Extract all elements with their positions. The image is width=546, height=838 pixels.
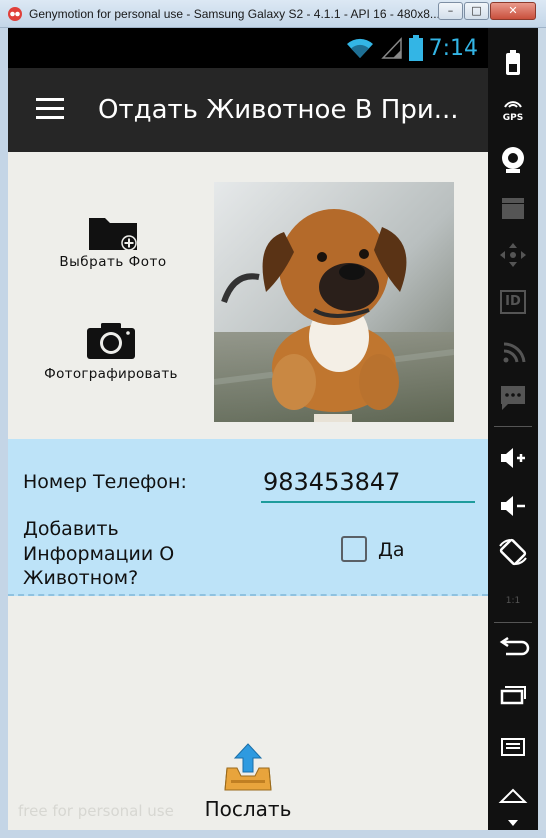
maximize-icon: □ <box>471 4 482 17</box>
emulator-toolbar: GPS ID 1:1 <box>488 28 538 830</box>
gps-signal-icon <box>504 101 522 108</box>
watermark: free for personal use <box>18 802 174 820</box>
add-folder-icon <box>89 218 137 251</box>
wifi-icon <box>346 38 373 58</box>
menu-icon[interactable] <box>488 736 538 758</box>
minimize-button[interactable]: – <box>438 2 463 20</box>
form-panel-divider <box>8 594 488 596</box>
back-icon[interactable] <box>488 636 538 658</box>
close-icon: ✕ <box>508 4 518 17</box>
checkbox-label[interactable]: Да <box>378 539 405 561</box>
main-content: Выбрать Фото Фотографировать Номер Телеф… <box>8 152 488 830</box>
window-title: Genymotion for personal use - Samsung Ga… <box>29 7 440 21</box>
status-bar: 7:14 <box>8 28 488 68</box>
send-button[interactable]: Послать <box>198 742 298 821</box>
maximize-button[interactable]: □ <box>464 2 489 20</box>
camera-icon <box>87 323 135 359</box>
window-title-bar: Genymotion for personal use - Samsung Ga… <box>0 0 546 28</box>
sms-icon[interactable] <box>488 384 538 412</box>
form-panel: Номер Телефон: Добавить Информации О Жив… <box>8 439 488 596</box>
cast-icon[interactable] <box>488 340 538 364</box>
home-icon[interactable] <box>488 784 538 806</box>
page-title: Отдать Животное В При... <box>98 95 459 125</box>
scale-label: 1:1 <box>505 596 521 606</box>
minimize-icon: – <box>447 4 454 17</box>
phone-input[interactable] <box>261 463 475 503</box>
genymotion-app-icon <box>8 7 22 21</box>
clock: 7:14 <box>428 35 478 61</box>
status-icons: 7:14 <box>345 34 478 62</box>
battery-icon <box>408 35 423 61</box>
send-label: Послать <box>204 797 292 821</box>
window-frame-bottom <box>0 830 546 838</box>
battery-icon[interactable] <box>488 50 538 76</box>
volume-down-icon[interactable] <box>488 494 538 518</box>
menu-icon[interactable] <box>36 98 64 120</box>
send-tray-icon <box>224 743 272 791</box>
add-info-checkbox[interactable] <box>341 536 367 562</box>
close-button[interactable]: ✕ <box>490 2 536 20</box>
device-id-icon[interactable]: ID <box>488 290 538 314</box>
recent-apps-icon[interactable] <box>488 684 538 706</box>
gps-label: GPS <box>502 113 524 123</box>
signal-icon <box>380 37 402 59</box>
pet-photo[interactable] <box>214 182 454 422</box>
chevron-down-icon[interactable] <box>488 818 538 828</box>
scale-icon[interactable]: 1:1 <box>488 588 538 607</box>
webcam-icon[interactable] <box>488 146 538 174</box>
take-photo-label: Фотографировать <box>44 366 178 382</box>
rotate-icon[interactable] <box>488 538 538 566</box>
gps-icon[interactable]: GPS <box>488 94 538 123</box>
phone-label: Номер Телефон: <box>23 471 187 493</box>
dpad-icon[interactable] <box>488 242 538 268</box>
action-bar: Отдать Животное В При... <box>8 68 488 152</box>
window-frame-left <box>0 28 8 838</box>
take-photo-button[interactable]: Фотографировать <box>36 322 186 382</box>
clapper-icon[interactable] <box>488 196 538 220</box>
add-info-label: Добавить Информации О Животном? <box>23 518 175 589</box>
volume-up-icon[interactable] <box>488 446 538 470</box>
choose-photo-button[interactable]: Выбрать Фото <box>48 214 178 270</box>
id-label: ID <box>500 290 526 314</box>
choose-photo-label: Выбрать Фото <box>59 254 167 270</box>
